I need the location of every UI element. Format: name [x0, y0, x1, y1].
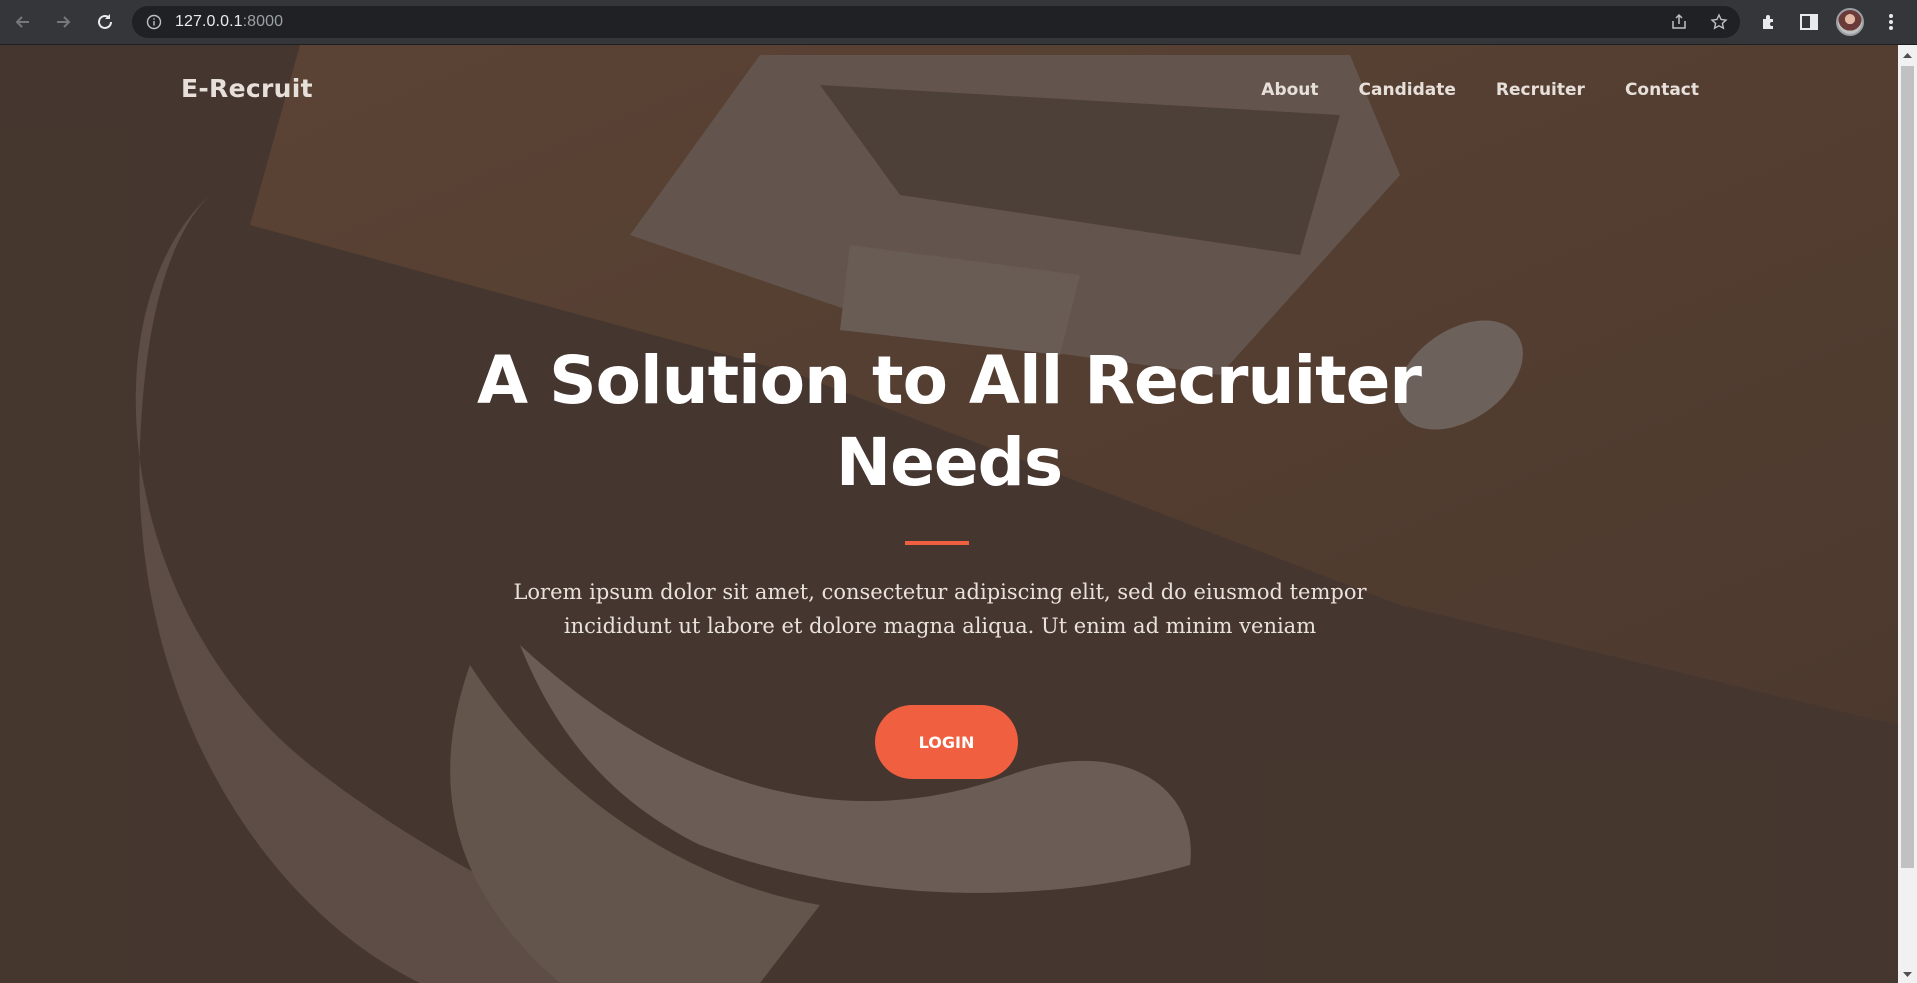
more-vert-icon[interactable] [1880, 11, 1902, 33]
hero-lead-line-2: incididunt ut labore et dolore magna ali… [563, 614, 1317, 638]
browser-toolbar: 127.0.0.1:8000 [0, 0, 1917, 45]
nav-item-candidate[interactable]: Candidate [1359, 80, 1456, 100]
login-button[interactable]: LOGIN [875, 705, 1018, 779]
forward-button[interactable] [50, 9, 76, 35]
scroll-up-arrow-icon[interactable] [1903, 51, 1912, 60]
url-host: 127.0.0.1 [175, 13, 243, 30]
profile-avatar[interactable] [1836, 8, 1864, 36]
arrow-left-icon [15, 16, 29, 28]
brand-logo[interactable]: E-Recruit [181, 74, 313, 103]
hero-divider [905, 541, 969, 545]
main-nav: About Candidate Recruiter Contact [1221, 80, 1699, 100]
nav-item-recruiter[interactable]: Recruiter [1496, 80, 1585, 100]
url-port: :8000 [242, 13, 284, 30]
page-scrollbar[interactable] [1898, 45, 1917, 983]
extensions-icon[interactable] [1758, 11, 1780, 33]
scrollbar-thumb[interactable] [1901, 66, 1914, 868]
hero-title-line-2: Needs [835, 424, 1063, 501]
info-icon[interactable] [146, 14, 162, 30]
url-text[interactable]: 127.0.0.1:8000 [175, 13, 283, 31]
hero-title: A Solution to All Recruiter Needs [0, 340, 1898, 504]
hero-title-line-1: A Solution to All Recruiter [477, 342, 1422, 419]
star-icon[interactable] [1710, 13, 1728, 31]
hero-lead-line-1: Lorem ipsum dolor sit amet, consectetur … [513, 580, 1367, 604]
hero-lead: Lorem ipsum dolor sit amet, consectetur … [470, 575, 1410, 643]
nav-item-contact[interactable]: Contact [1625, 80, 1699, 100]
back-button[interactable] [10, 9, 36, 35]
scroll-down-arrow-icon[interactable] [1903, 970, 1912, 979]
share-icon[interactable] [1670, 13, 1688, 31]
page-viewport: E-Recruit About Candidate Recruiter Cont… [0, 45, 1898, 983]
side-panel-icon[interactable] [1798, 11, 1820, 33]
address-bar[interactable]: 127.0.0.1:8000 [132, 6, 1740, 38]
background-overlay [0, 45, 1898, 983]
nav-item-about[interactable]: About [1261, 80, 1318, 100]
reload-icon [98, 14, 112, 29]
arrow-right-icon [57, 16, 71, 28]
reload-button[interactable] [92, 9, 118, 35]
